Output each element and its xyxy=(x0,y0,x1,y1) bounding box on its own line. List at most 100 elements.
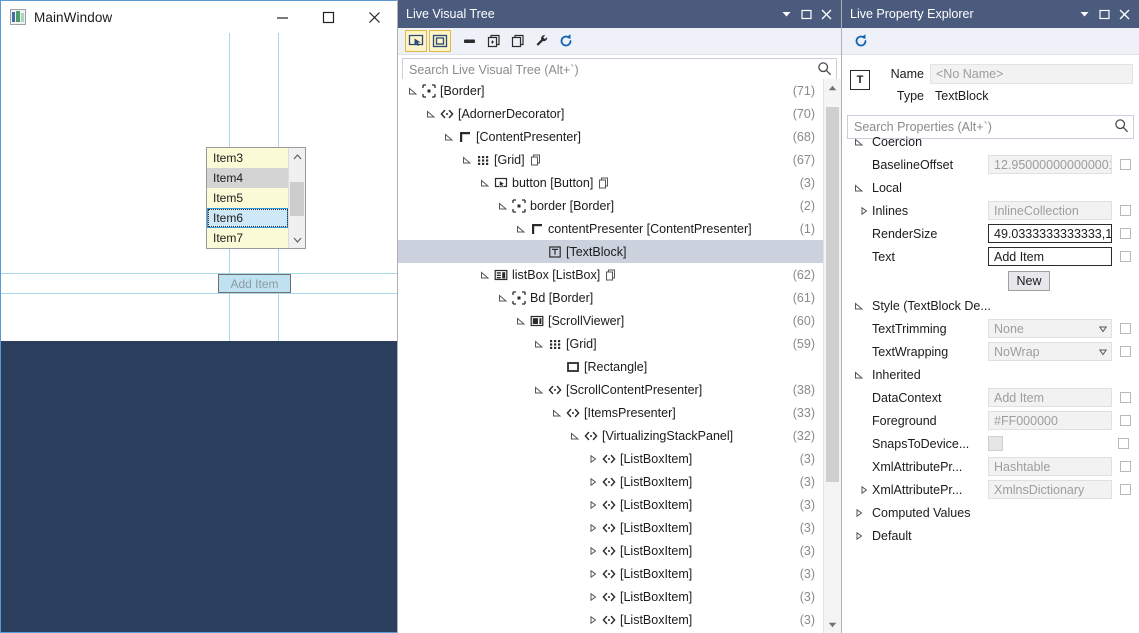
property-group-header[interactable]: Default xyxy=(842,524,1139,547)
visual-tree-view[interactable]: [Border](71)[AdornerDecorator](70)[Conte… xyxy=(398,79,841,633)
maximize-icon[interactable] xyxy=(305,1,351,33)
tree-node[interactable]: [Grid](67) xyxy=(398,148,823,171)
preview-selection-icon[interactable] xyxy=(459,30,481,52)
expander-expanded-icon[interactable] xyxy=(496,202,510,210)
expander-expanded-icon[interactable] xyxy=(852,184,866,192)
element-name-value[interactable]: <No Name> xyxy=(930,64,1133,84)
expander-expanded-icon[interactable] xyxy=(852,138,866,146)
expander-expanded-icon[interactable] xyxy=(478,271,492,279)
listbox-scroll-thumb[interactable] xyxy=(290,182,304,216)
expander-collapsed-icon[interactable] xyxy=(586,570,600,578)
property-group-header[interactable]: Coercion xyxy=(842,130,1139,153)
expander-expanded-icon[interactable] xyxy=(424,110,438,118)
expander-expanded-icon[interactable] xyxy=(460,156,474,164)
listbox[interactable]: Item3 Item4 Item5 Item6 Item7 xyxy=(206,147,306,249)
tree-scroll-thumb[interactable] xyxy=(826,107,839,482)
close-icon[interactable] xyxy=(351,1,397,33)
expander-collapsed-icon[interactable] xyxy=(852,509,866,517)
expander-expanded-icon[interactable] xyxy=(568,432,582,440)
property-set-checkbox[interactable] xyxy=(1120,323,1131,334)
refresh-icon[interactable] xyxy=(850,30,872,52)
property-set-checkbox[interactable] xyxy=(1120,205,1131,216)
chevron-down-icon[interactable] xyxy=(1094,343,1111,360)
expander-expanded-icon[interactable] xyxy=(852,302,866,310)
tree-node[interactable]: [ListBoxItem](3) xyxy=(398,539,823,562)
tree-node[interactable]: [ListBoxItem](3) xyxy=(398,562,823,585)
property-value-field[interactable]: Add Item xyxy=(988,388,1112,407)
expander-collapsed-icon[interactable] xyxy=(586,593,600,601)
expander-collapsed-icon[interactable] xyxy=(852,532,866,540)
expander-expanded-icon[interactable] xyxy=(496,294,510,302)
list-item[interactable]: Item5 xyxy=(207,188,288,208)
property-set-checkbox[interactable] xyxy=(1120,415,1131,426)
select-element-icon[interactable] xyxy=(405,30,427,52)
property-value-dropdown[interactable]: NoWrap xyxy=(988,342,1112,361)
new-button[interactable]: New xyxy=(1008,271,1050,291)
property-group-header[interactable]: Inherited xyxy=(842,363,1139,386)
property-set-checkbox[interactable] xyxy=(1120,484,1131,495)
show-in-xaml-icon[interactable] xyxy=(530,154,542,166)
tree-node[interactable]: [ListBoxItem](3) xyxy=(398,608,823,631)
expander-collapsed-icon[interactable] xyxy=(586,616,600,624)
show-in-xaml-icon[interactable] xyxy=(598,177,610,189)
property-set-checkbox[interactable] xyxy=(1120,346,1131,357)
close-icon[interactable] xyxy=(1115,4,1133,24)
chevron-down-icon[interactable] xyxy=(289,231,305,248)
property-value-field[interactable]: Hashtable xyxy=(988,457,1112,476)
property-group-header[interactable]: Local xyxy=(842,176,1139,199)
property-value-field[interactable]: 12.950000000000001 xyxy=(988,155,1112,174)
list-item-selected[interactable]: Item6 xyxy=(207,208,288,228)
expander-collapsed-icon[interactable] xyxy=(856,486,872,494)
expander-expanded-icon[interactable] xyxy=(514,225,528,233)
dropdown-icon[interactable] xyxy=(1075,4,1093,24)
show-in-xaml-icon[interactable] xyxy=(483,30,505,52)
tree-node[interactable]: border [Border](2) xyxy=(398,194,823,217)
property-set-checkbox[interactable] xyxy=(1118,438,1129,449)
listbox-scrollbar[interactable] xyxy=(288,148,305,248)
tree-node[interactable]: [Rectangle] xyxy=(398,355,823,378)
minimize-icon[interactable] xyxy=(259,1,305,33)
tree-node[interactable]: [ListBoxItem](3) xyxy=(398,516,823,539)
refresh-icon[interactable] xyxy=(555,30,577,52)
property-set-checkbox[interactable] xyxy=(1120,228,1131,239)
chevron-up-icon[interactable] xyxy=(289,148,305,165)
property-value-field[interactable]: InlineCollection xyxy=(988,201,1112,220)
property-value-field[interactable]: XmlnsDictionary xyxy=(988,480,1112,499)
expander-expanded-icon[interactable] xyxy=(478,179,492,187)
track-focus-icon[interactable] xyxy=(507,30,529,52)
show-in-xaml-icon[interactable] xyxy=(605,269,617,281)
search-input[interactable] xyxy=(409,63,817,77)
expander-expanded-icon[interactable] xyxy=(442,133,456,141)
float-icon[interactable] xyxy=(1095,4,1113,24)
tree-node[interactable]: Bd [Border](61) xyxy=(398,286,823,309)
tree-vertical-scrollbar[interactable] xyxy=(823,79,841,633)
property-group-header[interactable]: Style (TextBlock De... xyxy=(842,294,1139,317)
tree-node-selected[interactable]: [TextBlock] xyxy=(398,240,823,263)
tree-node[interactable]: [Border](71) xyxy=(398,79,823,102)
property-value-checkbox[interactable] xyxy=(988,436,1003,451)
tree-node[interactable]: listBox [ListBox](62) xyxy=(398,263,823,286)
expander-expanded-icon[interactable] xyxy=(532,386,546,394)
property-value-dropdown[interactable]: None xyxy=(988,319,1112,338)
expander-collapsed-icon[interactable] xyxy=(586,455,600,463)
display-layout-adorners-icon[interactable] xyxy=(429,30,451,52)
property-list[interactable]: CoercionBaselineOffset12.950000000000001… xyxy=(842,130,1139,633)
list-item[interactable]: Item4 xyxy=(207,168,288,188)
expander-collapsed-icon[interactable] xyxy=(586,478,600,486)
expander-collapsed-icon[interactable] xyxy=(586,501,600,509)
expander-expanded-icon[interactable] xyxy=(550,409,564,417)
expander-collapsed-icon[interactable] xyxy=(586,547,600,555)
tree-node[interactable]: [ListBoxItem](3) xyxy=(398,447,823,470)
list-item[interactable]: Item3 xyxy=(207,148,288,168)
close-icon[interactable] xyxy=(817,4,835,24)
property-value-field[interactable]: 49.0333333333333,15.96 xyxy=(988,224,1112,243)
tree-node[interactable]: [Grid](59) xyxy=(398,332,823,355)
tree-node[interactable]: [AdornerDecorator](70) xyxy=(398,102,823,125)
scroll-up-icon[interactable] xyxy=(824,79,841,96)
tree-node[interactable]: [VirtualizingStackPanel](32) xyxy=(398,424,823,447)
dropdown-icon[interactable] xyxy=(777,4,795,24)
tree-node[interactable]: [ListBoxItem](3) xyxy=(398,585,823,608)
tree-node[interactable]: contentPresenter [ContentPresenter](1) xyxy=(398,217,823,240)
tree-node[interactable]: [ListBoxItem](3) xyxy=(398,470,823,493)
tree-node[interactable]: button [Button](3) xyxy=(398,171,823,194)
